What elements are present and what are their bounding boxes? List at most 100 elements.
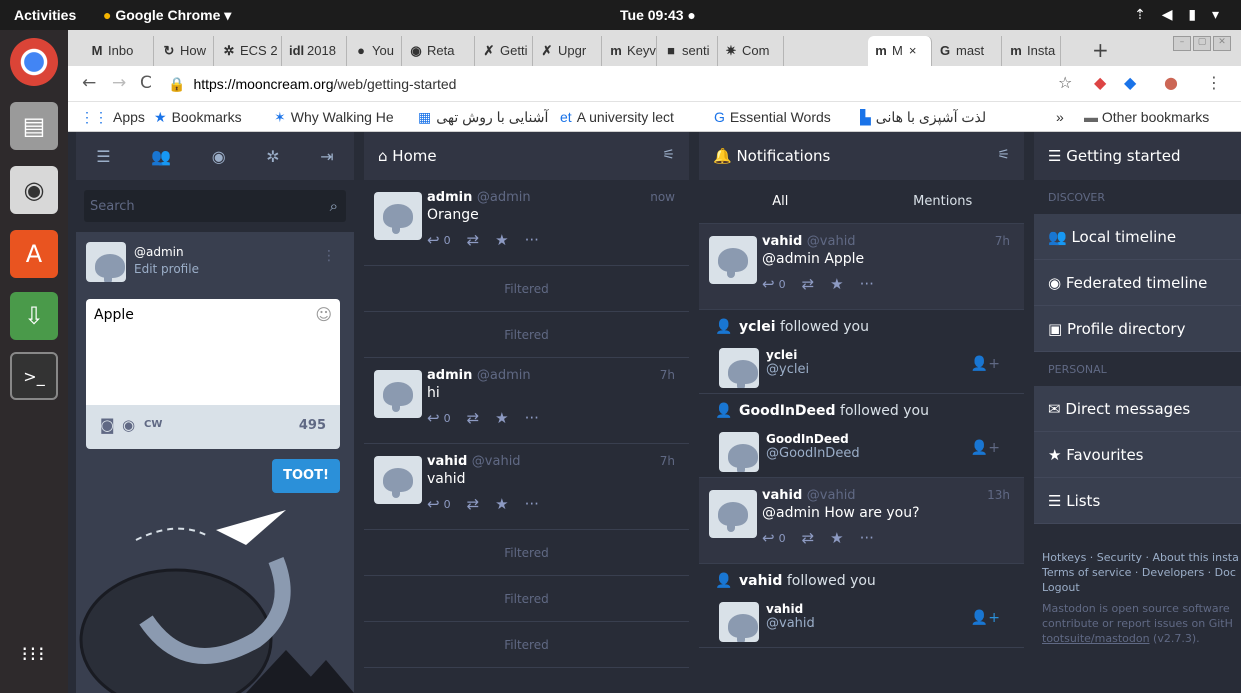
boost-icon[interactable]: ⇄ xyxy=(467,231,480,249)
filtered-item[interactable]: Filtered xyxy=(364,266,689,312)
tab-mentions[interactable]: Mentions xyxy=(862,180,1025,223)
logout-icon[interactable]: ⇥ xyxy=(320,147,333,166)
tab-all[interactable]: All xyxy=(699,180,862,223)
status-time[interactable]: now xyxy=(650,190,675,204)
nav-profile-directory[interactable]: ▣ Profile directory xyxy=(1034,306,1241,352)
status-time[interactable]: 7h xyxy=(995,234,1010,248)
status-author[interactable]: admin @admin xyxy=(427,190,675,205)
toot-button[interactable]: TOOT! xyxy=(272,459,340,493)
footer-line[interactable]: Terms of service · Developers · Doc xyxy=(1042,565,1241,580)
other-bookmarks[interactable]: ▬ Other bookmarks xyxy=(1084,109,1209,125)
follower-name[interactable]: vahid xyxy=(739,573,782,589)
new-tab-button[interactable]: + xyxy=(1092,38,1109,62)
files-dock-icon[interactable]: ▤ xyxy=(10,102,58,150)
address-bar[interactable]: 🔒 https://mooncream.org/web/getting-start… xyxy=(168,73,456,95)
avatar[interactable] xyxy=(709,236,757,284)
status-item[interactable]: admin @admin 7h hi ↩ 0 ⇄ ★ ··· xyxy=(364,358,689,444)
follower-name[interactable]: GoodInDeed xyxy=(739,403,836,419)
tab-7[interactable]: ✗ Upgr xyxy=(534,36,602,66)
reply-icon[interactable]: ↩ xyxy=(427,495,440,513)
extension-icon[interactable]: ◆ xyxy=(1094,73,1106,92)
tab-4[interactable]: ● You xyxy=(348,36,402,66)
nav-favourites[interactable]: ★ Favourites xyxy=(1034,432,1241,478)
reload-icon[interactable]: C xyxy=(140,73,152,93)
system-tray[interactable]: ⇡ ◀ ▮ ▾ xyxy=(1134,6,1225,23)
avatar[interactable] xyxy=(86,242,126,282)
close-tab-icon[interactable]: × xyxy=(909,43,917,58)
avatar[interactable] xyxy=(719,348,759,388)
favourite-star-icon[interactable]: ★ xyxy=(495,409,508,427)
emoji-icon[interactable]: ☺ xyxy=(315,305,332,324)
app-menu[interactable]: ● Google Chrome ▾ xyxy=(103,7,231,24)
kebab-menu-icon[interactable]: ⋮ xyxy=(322,248,336,264)
avatar[interactable] xyxy=(374,192,422,240)
nav-local-timeline[interactable]: 👥 Local timeline xyxy=(1034,214,1241,260)
search-input[interactable]: Search xyxy=(90,199,135,214)
reply-icon[interactable]: ↩ xyxy=(762,275,775,293)
logout-link[interactable]: Logout xyxy=(1042,580,1241,595)
reply-icon[interactable]: ↩ xyxy=(762,529,775,547)
status-item[interactable]: vahid @vahid 7h vahid ↩ 0 ⇄ ★ ··· xyxy=(364,444,689,530)
account-item[interactable]: GoodInDeed @GoodInDeed 👤+ xyxy=(699,426,1024,478)
filtered-item[interactable]: Filtered xyxy=(364,622,689,668)
bookmark-item[interactable]: ★ Bookmarks xyxy=(154,109,269,126)
maximize-button[interactable]: ▢ xyxy=(1193,36,1211,51)
favourite-star-icon[interactable]: ★ xyxy=(830,529,843,547)
filtered-item[interactable]: Filtered xyxy=(364,530,689,576)
tab-13[interactable]: m Insta xyxy=(1003,36,1061,66)
filtered-item[interactable]: Filtered xyxy=(364,576,689,622)
favourite-star-icon[interactable]: ★ xyxy=(495,231,508,249)
bookmark-item[interactable]: et A university lect xyxy=(560,109,708,125)
status-time[interactable]: 13h xyxy=(987,488,1010,502)
edit-profile-link[interactable]: Edit profile xyxy=(134,262,199,276)
extension-icon-2[interactable]: ◆ xyxy=(1124,73,1136,92)
tab-12[interactable]: Gmast xyxy=(932,36,1002,66)
account-item[interactable]: vahid @vahid 👤+ xyxy=(699,596,1024,648)
status-author[interactable]: vahid @vahid xyxy=(762,488,1010,503)
clock[interactable]: Tue 09:43 ● xyxy=(620,7,696,23)
bookmark-item[interactable]: ▙ لذت آشپزی با هانی xyxy=(860,109,1030,126)
tab-1[interactable]: ↻ How xyxy=(156,36,214,66)
status-time[interactable]: 7h xyxy=(660,454,675,468)
reply-icon[interactable]: ↩ xyxy=(427,231,440,249)
nav-direct-messages[interactable]: ✉ Direct messages xyxy=(1034,386,1241,432)
profile-avatar[interactable]: ● xyxy=(1164,73,1178,92)
github-link[interactable]: tootsuite/mastodon xyxy=(1042,632,1150,645)
reply-icon[interactable]: ↩ xyxy=(427,409,440,427)
follow-user-icon[interactable]: 👤+ xyxy=(971,356,1000,372)
globe-privacy-icon[interactable]: ◉ xyxy=(122,416,135,434)
minimize-button[interactable]: – xyxy=(1173,36,1191,51)
status-author[interactable]: admin @admin xyxy=(427,368,675,383)
favourite-star-icon[interactable]: ★ xyxy=(495,495,508,513)
tab-10[interactable]: ✷ Com xyxy=(718,36,784,66)
more-icon[interactable]: ··· xyxy=(525,409,539,427)
tab-9[interactable]: ■ senti xyxy=(658,36,718,66)
cw-button[interactable]: CW xyxy=(144,419,162,430)
follow-user-icon[interactable]: 👤+ xyxy=(971,610,1000,626)
chrome-dock-icon[interactable] xyxy=(10,38,58,86)
favourite-star-icon[interactable]: ★ xyxy=(830,275,843,293)
camera-icon[interactable]: ◙ xyxy=(100,416,115,434)
tab-5[interactable]: ◉ Reta xyxy=(403,36,475,66)
column-settings-icon[interactable]: ⚟ xyxy=(997,147,1010,163)
globe-icon[interactable]: ◉ xyxy=(212,147,226,166)
avatar[interactable] xyxy=(374,370,422,418)
tab-6[interactable]: ✗ Getti xyxy=(476,36,533,66)
tab-0[interactable]: M Inbo xyxy=(84,36,154,66)
people-icon[interactable]: 👥 xyxy=(151,147,171,166)
browser-menu-icon[interactable]: ⋮ xyxy=(1206,73,1222,92)
compose-textarea[interactable]: Apple ☺ xyxy=(86,299,340,405)
back-arrow-icon[interactable]: ← xyxy=(82,73,96,93)
filtered-item[interactable]: Filtered xyxy=(364,312,689,358)
boost-icon[interactable]: ⇄ xyxy=(467,495,480,513)
show-apps-icon[interactable]: ⁝⁝⁝ xyxy=(10,630,58,678)
tab-3[interactable]: idl 2018 xyxy=(283,36,347,66)
notifications-header[interactable]: 🔔 Notifications ⚟ xyxy=(699,132,1024,180)
bookmark-item[interactable]: ✶ Why Walking He xyxy=(274,109,412,126)
status-item[interactable]: admin @admin now Orange ↩ 0 ⇄ ★ ··· xyxy=(364,180,689,266)
menu-icon[interactable]: ☰ xyxy=(96,147,110,166)
follower-name[interactable]: yclei xyxy=(739,319,776,335)
column-settings-icon[interactable]: ⚟ xyxy=(662,147,675,163)
avatar[interactable] xyxy=(719,602,759,642)
audio-dock-icon[interactable]: ◉ xyxy=(10,166,58,214)
